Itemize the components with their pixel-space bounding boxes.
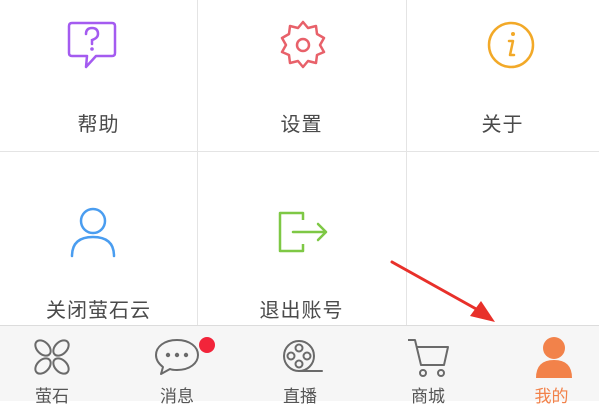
tab-label: 萤石 bbox=[35, 387, 69, 407]
menu-item-label: 退出账号 bbox=[259, 298, 344, 322]
menu-item-label: 帮助 bbox=[77, 112, 120, 136]
menu-item-label: 设置 bbox=[280, 112, 323, 136]
gear-icon bbox=[277, 18, 329, 74]
info-icon bbox=[486, 20, 536, 74]
menu-item-logout[interactable]: 退出账号 bbox=[197, 152, 406, 325]
tab-label: 直播 bbox=[283, 387, 317, 407]
unread-badge bbox=[199, 337, 215, 353]
user-icon bbox=[69, 206, 117, 262]
menu-item-close-cloud[interactable]: 关闭萤石云 bbox=[0, 152, 197, 325]
tab-mine[interactable]: 我的 bbox=[504, 326, 599, 407]
logout-icon bbox=[277, 210, 329, 258]
menu-empty-cell bbox=[406, 152, 599, 325]
tab-mall[interactable]: 商城 bbox=[376, 326, 480, 407]
menu-item-label: 关于 bbox=[481, 112, 524, 136]
settings-menu-grid: 帮助 设置 关于 关闭萤石云 退出账号 bbox=[0, 0, 599, 325]
menu-item-settings[interactable]: 设置 bbox=[197, 0, 406, 151]
tab-label: 我的 bbox=[534, 387, 569, 407]
person-icon bbox=[534, 335, 574, 383]
tab-label: 消息 bbox=[160, 387, 194, 407]
tab-live[interactable]: 直播 bbox=[250, 326, 350, 407]
ezviz-logo-icon bbox=[32, 337, 72, 381]
tab-label: 商城 bbox=[411, 387, 445, 407]
help-chat-icon bbox=[66, 20, 118, 74]
shopping-cart-icon bbox=[406, 337, 450, 383]
film-reel-icon bbox=[280, 337, 324, 381]
message-bubble-icon bbox=[153, 337, 201, 381]
tab-ezviz[interactable]: 萤石 bbox=[0, 326, 104, 407]
bottom-tab-bar: 萤石 消息 直播 商城 我的 bbox=[0, 325, 599, 407]
menu-item-help[interactable]: 帮助 bbox=[0, 0, 197, 151]
menu-item-about[interactable]: 关于 bbox=[406, 0, 599, 151]
tab-messages[interactable]: 消息 bbox=[127, 326, 227, 407]
menu-item-label: 关闭萤石云 bbox=[46, 298, 151, 322]
